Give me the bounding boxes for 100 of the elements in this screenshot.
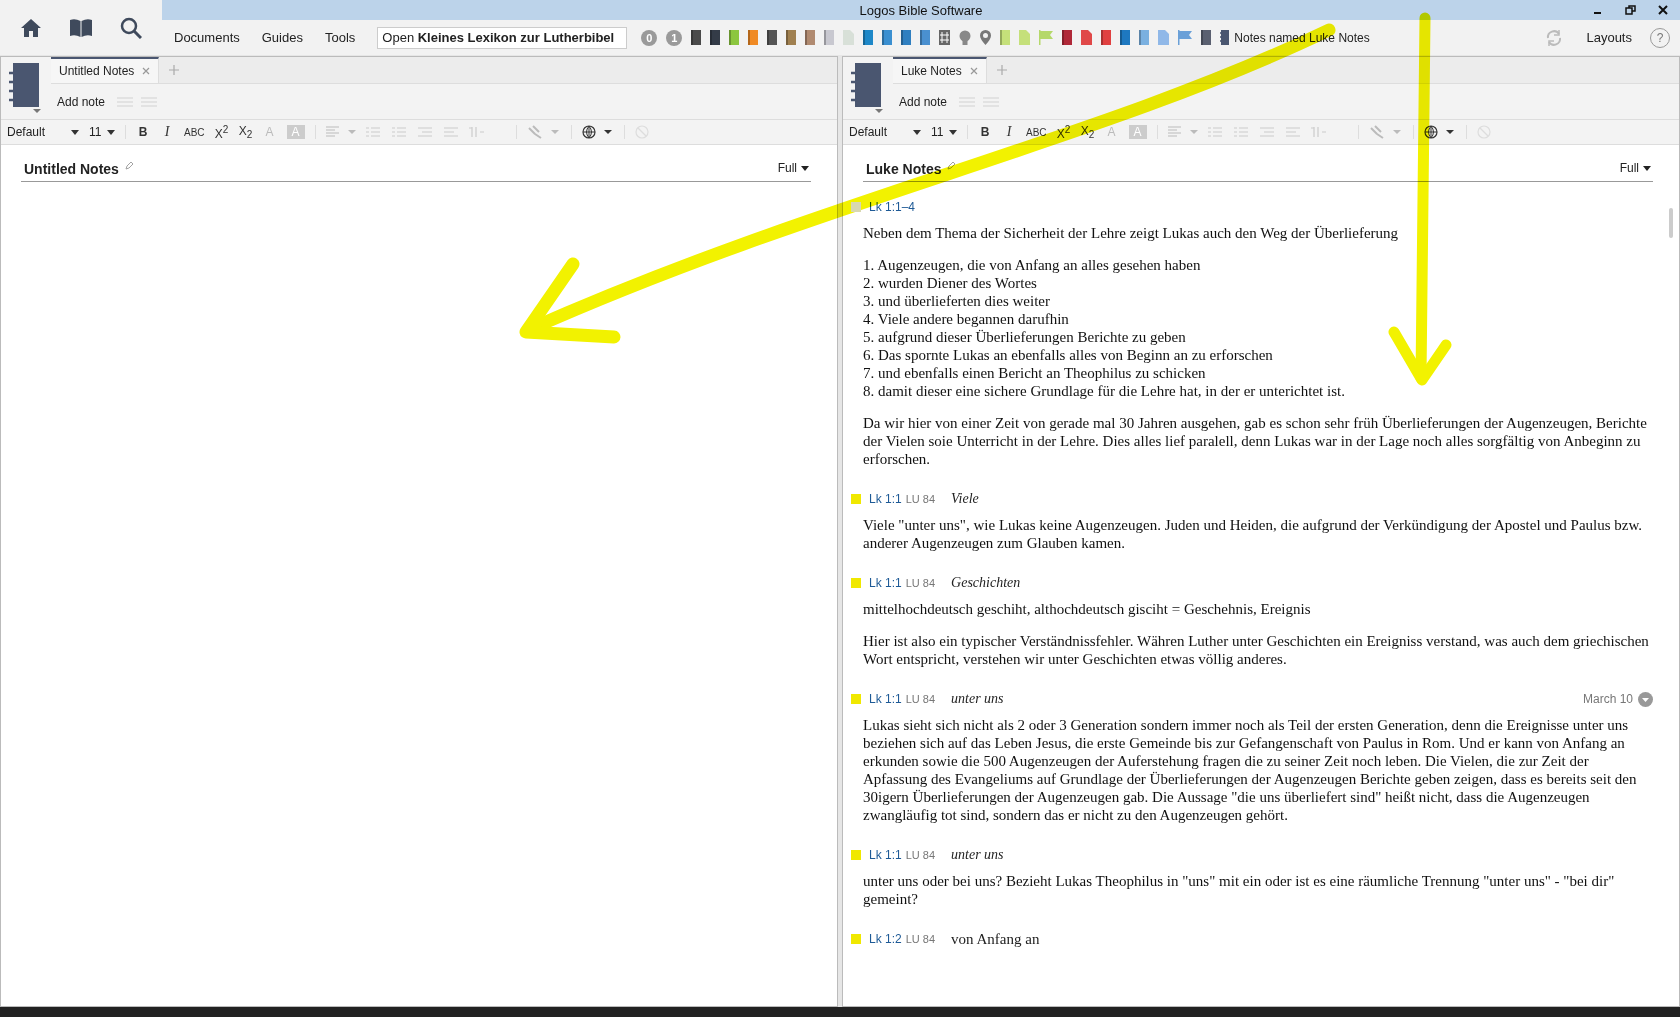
lightbulb-icon[interactable] [959,30,972,45]
book-icon[interactable] [767,30,778,45]
link-icon[interactable] [1368,125,1403,139]
font-dropdown[interactable]: Default [7,125,79,139]
book-icon[interactable] [1101,30,1112,45]
caret-icon [949,129,957,135]
open-book-icon[interactable] [69,17,93,38]
bible-reference-link[interactable]: Lk 1:2 [869,932,902,946]
note-text: Lukas sieht sich nicht als 2 oder 3 Generation sondern immer noch als Teil der ersten Generation, denn die Ereignisse unter uns beziehen sich auf das Leben Jesus, die erste Gemeinde bis zur Gefangenschaft von Paulus in Rom. Und er kann von Anfang an erkunden sowie die 500 Augenzeugen der Auferstehung fragen die zu seiner Zeit noch leben. Die Vielen, die zur Zeit der Apfassung des Evangeliums auf Grundlage der Überlieferungen der Augenzeugen Berichte geben zeigen, dass es bereits seit den 30igern Überlieferungen der Augenzeugen gab. Die Aussage "die uns überliefert sind" heißt nicht, dass die Augenzeugen zwangläufig tot sind, sondern das er nicht zu den Augenzeugen gehört. [863,716,1638,824]
note-text: 3. und überlieferten dies weiter [863,292,1051,310]
align-icon[interactable] [325,126,356,138]
note-marker[interactable] [851,694,861,704]
layouts-button[interactable]: Layouts [1586,30,1632,45]
menu-item[interactable]: Documents [174,30,240,45]
bible-reference-link[interactable]: Lk 1:1 [869,492,902,506]
bible-reference-link[interactable]: Lk 1:1–4 [869,200,916,214]
plus-icon[interactable] [996,65,1007,75]
note-marker[interactable] [851,494,861,504]
view-dropdown[interactable]: Full [1619,161,1651,175]
close-icon[interactable] [1658,5,1668,15]
note-text: Viele "unter uns", wie Lukas keine Augenzeugen. Juden und Heiden, die aufgrund der Verkündigung der Apostel und Paulus bzw. anderer Augenzeugen zum Glauben kamen. [863,516,1644,552]
notes-tab[interactable]: Untitled Notes [51,57,160,83]
version-label: LU 84 [905,849,936,861]
book-icon[interactable] [691,30,702,45]
document-icon[interactable] [1158,30,1170,45]
note-text: 7. und ebenfalls einen Bericht an Theophilus zu schicken [863,364,1207,382]
align-icon[interactable] [1167,126,1198,138]
font-size-dropdown[interactable]: 11 [931,125,957,139]
grid-icon[interactable] [939,30,951,45]
note-marker[interactable] [851,850,861,860]
note-text: 2. wurden Diener des Wortes [863,274,1038,292]
home-icon[interactable] [19,17,42,38]
dropdown-circle-icon[interactable] [1638,691,1653,707]
note-text: 8. damit dieser eine sichere Grundlage für die Lehre hat, in der er unterichtet ist. [863,382,1346,400]
window-title: Logos Bible Software [859,2,983,18]
note-heading: unter uns [951,691,1004,707]
note-text: Neben dem Thema der Sicherheit der Lehre zeigt Lukas auch den Weg der Überlieferung [863,224,1400,242]
notes-tab[interactable]: Luke Notes [893,57,987,83]
book-icon[interactable] [710,30,721,45]
note-date: March 10 [1582,692,1633,706]
book-icon[interactable] [1201,30,1212,45]
format-button[interactable]: I [160,124,174,140]
flag-icon[interactable] [1178,30,1193,45]
notebook-icon [1220,30,1230,45]
format-button[interactable]: X$^{2}$ [214,123,229,141]
format-button[interactable]: B [136,125,150,139]
plus-icon[interactable] [169,65,180,75]
book-icon[interactable] [863,30,874,45]
book-icon[interactable] [1062,30,1073,45]
book-icon[interactable] [901,30,912,45]
notebook-icon[interactable] [851,63,885,113]
command-box[interactable]: Open Kleines Lexikon zur Lutherbibel [377,26,628,49]
menu-item[interactable]: Guides [261,30,303,45]
format-button[interactable]: X$^{2}$ [1056,123,1071,141]
link-icon[interactable] [526,125,561,139]
document-icon[interactable] [1081,30,1093,45]
book-icon[interactable] [1120,30,1131,45]
note-marker[interactable] [851,934,861,944]
document-title[interactable]: Luke Notes [866,161,942,177]
version-label: LU 84 [905,933,936,945]
note-marker[interactable] [851,202,861,212]
format-button[interactable]: X$_{2}$ [238,123,253,141]
note-text: 4. Viele andere begannen darufhin [863,310,1070,328]
pencil-icon[interactable] [947,161,957,170]
menu-item[interactable]: Tools [324,30,356,45]
notebook-icon[interactable] [9,63,43,113]
book-icon[interactable] [786,30,797,45]
note-marker[interactable] [851,578,861,588]
caret-icon [1643,165,1651,171]
add-note-button[interactable]: Add note [57,94,106,109]
note-text: 6. Das spornte Lukas an ebenfalls alles von Beginn an zu erforschen [863,346,1274,364]
note-text: unter uns oder bei uns? Bezieht Lukas Theophilus in "uns" mit ein oder ist es eine räumliche Trennung "unter uns" - "bei dir" gemeint? [863,872,1616,908]
note-heading: von Anfang an [951,930,1040,948]
format-button[interactable]: B [978,125,992,139]
note-heading: unter uns [951,847,1004,863]
globe-icon[interactable] [581,125,614,139]
note-text: 5. aufgrund dieser Überlieferungen Berichte zu geben [863,328,1187,346]
note-text: Da wir hier von einer Zeit von gerade mal 30 Jahren ausgehen, gab es schon sehr früh Überlieferungen der Augenzeugen, Berichte der Vielen soie Unterricht in der Lehre. Dies alles lief paralell, denn Lukas war in der Lage noch alles sorgfältig von Anbeginn zu erforschen. [863,414,1648,468]
note-text: 1. Augenzeugen, die von Anfang an alles gesehen haben [863,256,1202,274]
font-size-dropdown[interactable]: 11 [89,125,115,139]
version-label: LU 84 [905,693,936,705]
font-dropdown[interactable]: Default [849,125,921,139]
add-note-button[interactable]: Add note [899,94,948,109]
bible-reference-link[interactable]: Lk 1:1 [869,576,902,590]
bible-reference-link[interactable]: Lk 1:1 [869,692,902,706]
bible-reference-link[interactable]: Lk 1:1 [869,848,902,862]
view-dropdown[interactable]: Full [777,161,809,175]
format-button[interactable]: ABC [184,126,205,138]
document-title[interactable]: Untitled Notes [24,161,119,177]
pencil-icon[interactable] [124,161,134,170]
caret-icon [107,129,115,135]
format-button[interactable]: I [1002,124,1016,140]
caret-icon [913,129,921,135]
help-button[interactable]: ? [1650,27,1670,48]
restore-icon[interactable] [1625,5,1636,15]
note-heading: Viele [951,491,979,507]
search-icon[interactable] [120,16,143,39]
caret-icon [801,165,809,171]
format-button[interactable]: ABC [1026,126,1047,138]
map-pin-icon[interactable] [980,30,992,45]
